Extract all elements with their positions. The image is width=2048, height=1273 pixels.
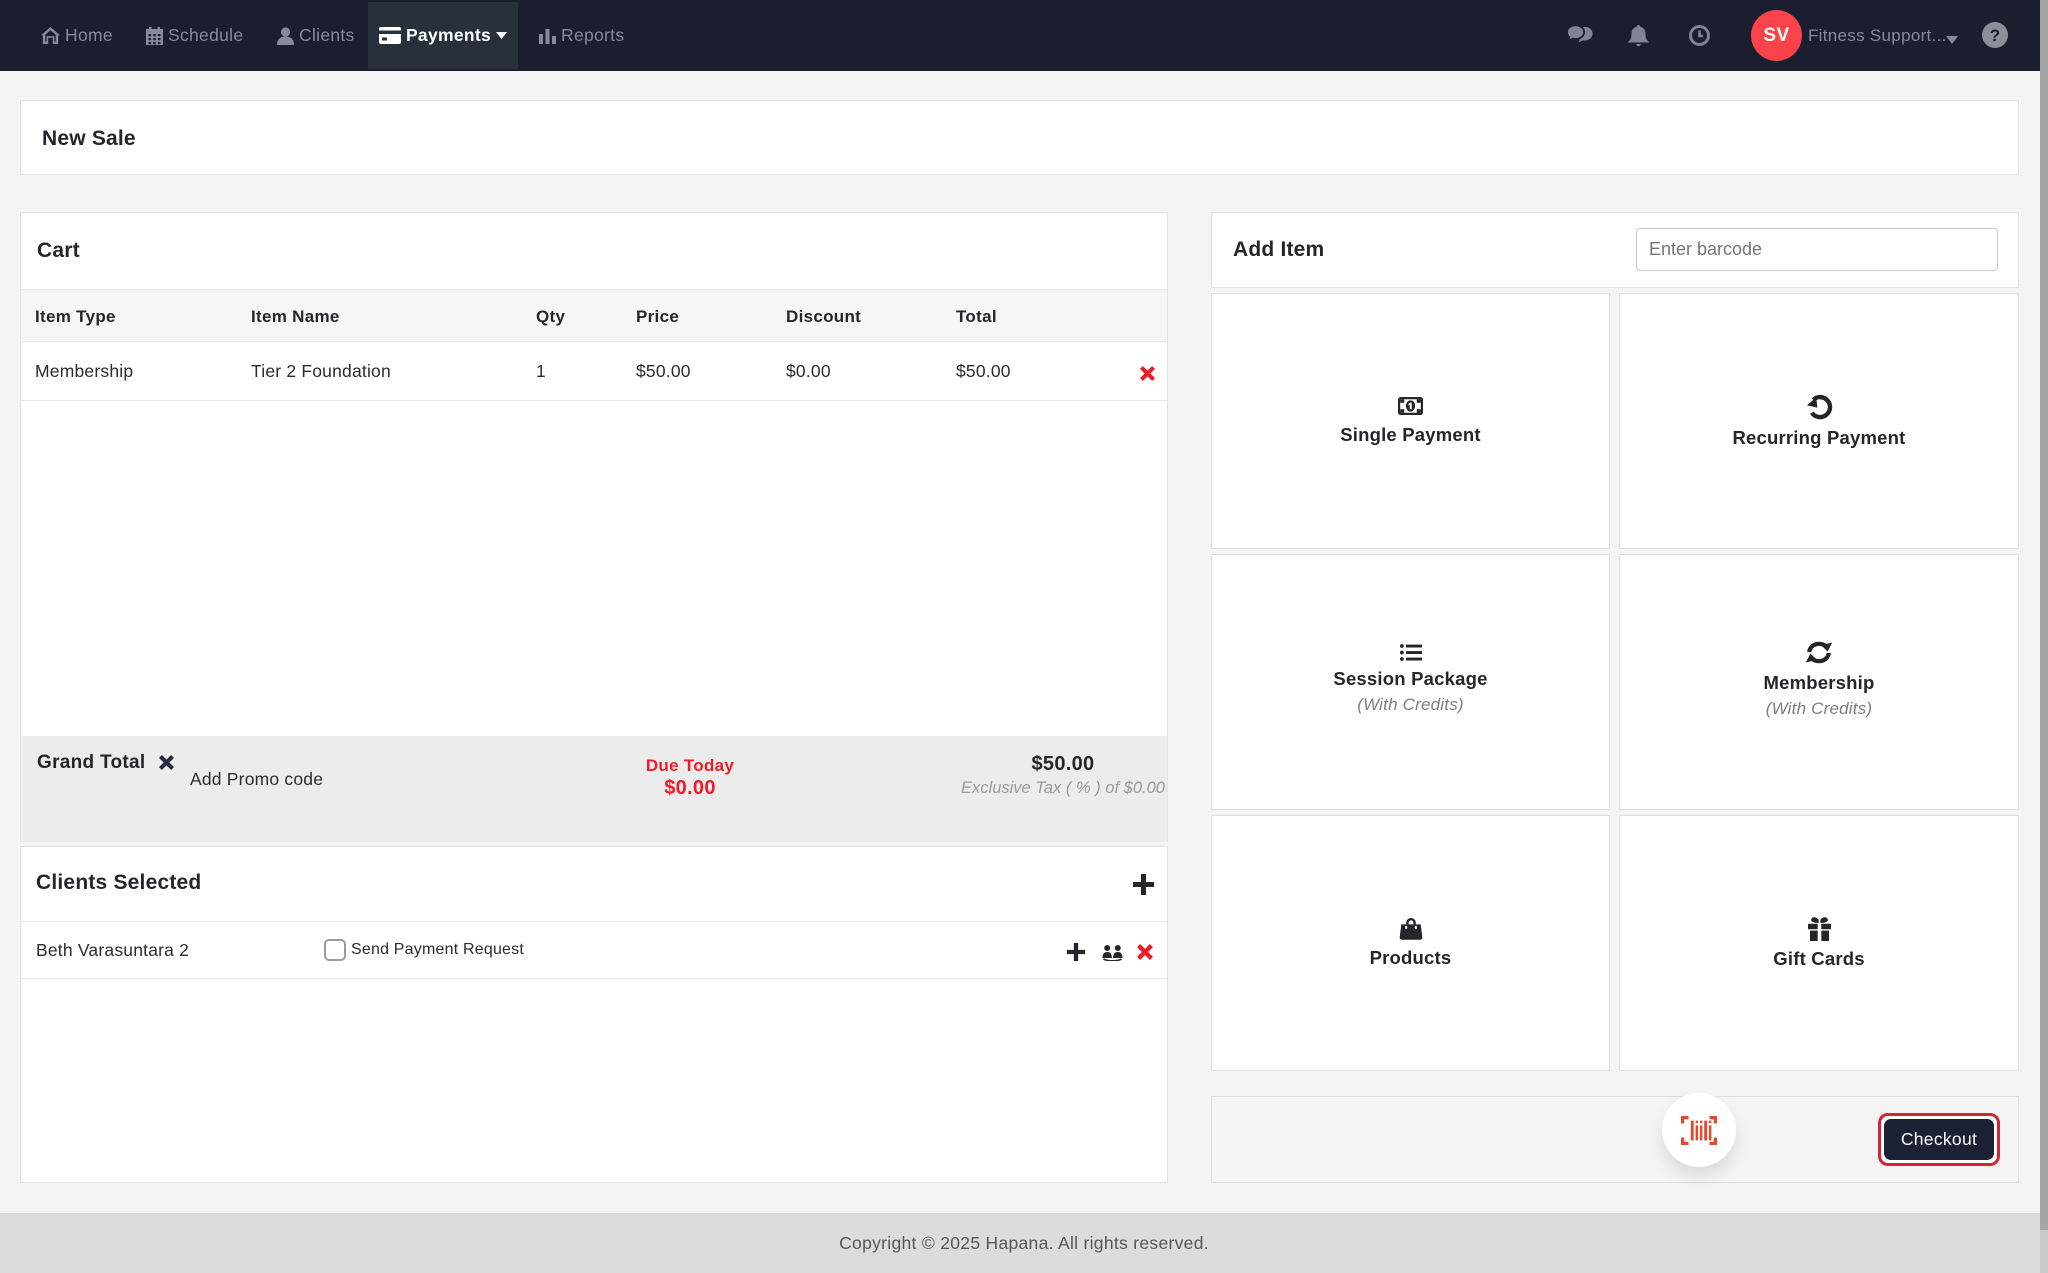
svg-text:?: ? [1990, 26, 2000, 45]
